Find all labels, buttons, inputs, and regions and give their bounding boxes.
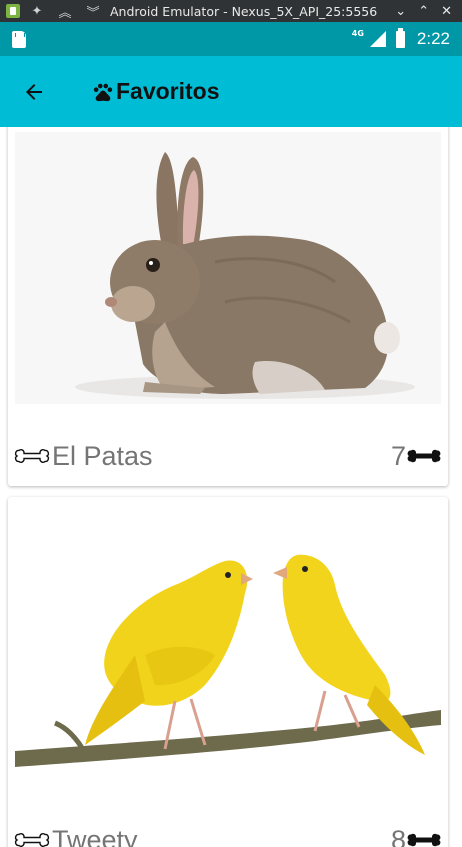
app-toolbar: Favoritos [0, 56, 462, 127]
status-time: 2:22 [416, 29, 450, 48]
bone-filled-icon [407, 833, 441, 847]
pet-photo [15, 132, 441, 404]
network-type: 4G [351, 28, 364, 38]
pet-caption: El Patas 7 [14, 439, 442, 473]
favorites-list[interactable]: El Patas 7 Tweety 8 [0, 127, 462, 847]
bone-filled-icon [407, 449, 441, 463]
emulator-title-bar: ✦ ︽ ︾ Android Emulator - Nexus_5X_API_25… [0, 0, 462, 22]
back-button[interactable] [6, 64, 62, 120]
pin-icon[interactable]: ✦ [26, 4, 48, 19]
window-title: Android Emulator - Nexus_5X_API_25:5556 [110, 3, 378, 19]
minimize-icon[interactable]: ⌄ [395, 4, 406, 19]
paw-icon [93, 83, 113, 101]
signal-icon [369, 31, 386, 47]
pet-rating[interactable]: 8 [391, 825, 442, 847]
pet-name: El Patas [52, 440, 153, 471]
maximize-icon[interactable]: ⌃ [418, 4, 429, 19]
pet-photo [15, 505, 441, 815]
rating-count: 8 [390, 824, 406, 847]
android-emulator-icon [6, 4, 20, 18]
pet-card[interactable]: Tweety 8 [8, 497, 448, 847]
pet-card[interactable]: El Patas 7 [8, 127, 448, 486]
pet-caption: Tweety 8 [14, 823, 442, 847]
page-title: Favoritos [116, 78, 220, 104]
bone-icon [14, 833, 50, 847]
battery-icon [395, 27, 405, 48]
arrow-back-icon [26, 83, 42, 100]
bone-icon [14, 449, 50, 463]
rating-count: 7 [390, 440, 406, 471]
pet-rating[interactable]: 7 [391, 441, 442, 472]
close-icon[interactable]: ✕ [441, 4, 452, 19]
pet-name: Tweety [52, 824, 138, 847]
keep-below-icon[interactable]: ︾ [82, 2, 104, 21]
keep-above-icon[interactable]: ︽ [54, 2, 76, 21]
android-status-bar: 4G 2:22 [0, 22, 462, 56]
sd-card-icon [12, 30, 26, 48]
